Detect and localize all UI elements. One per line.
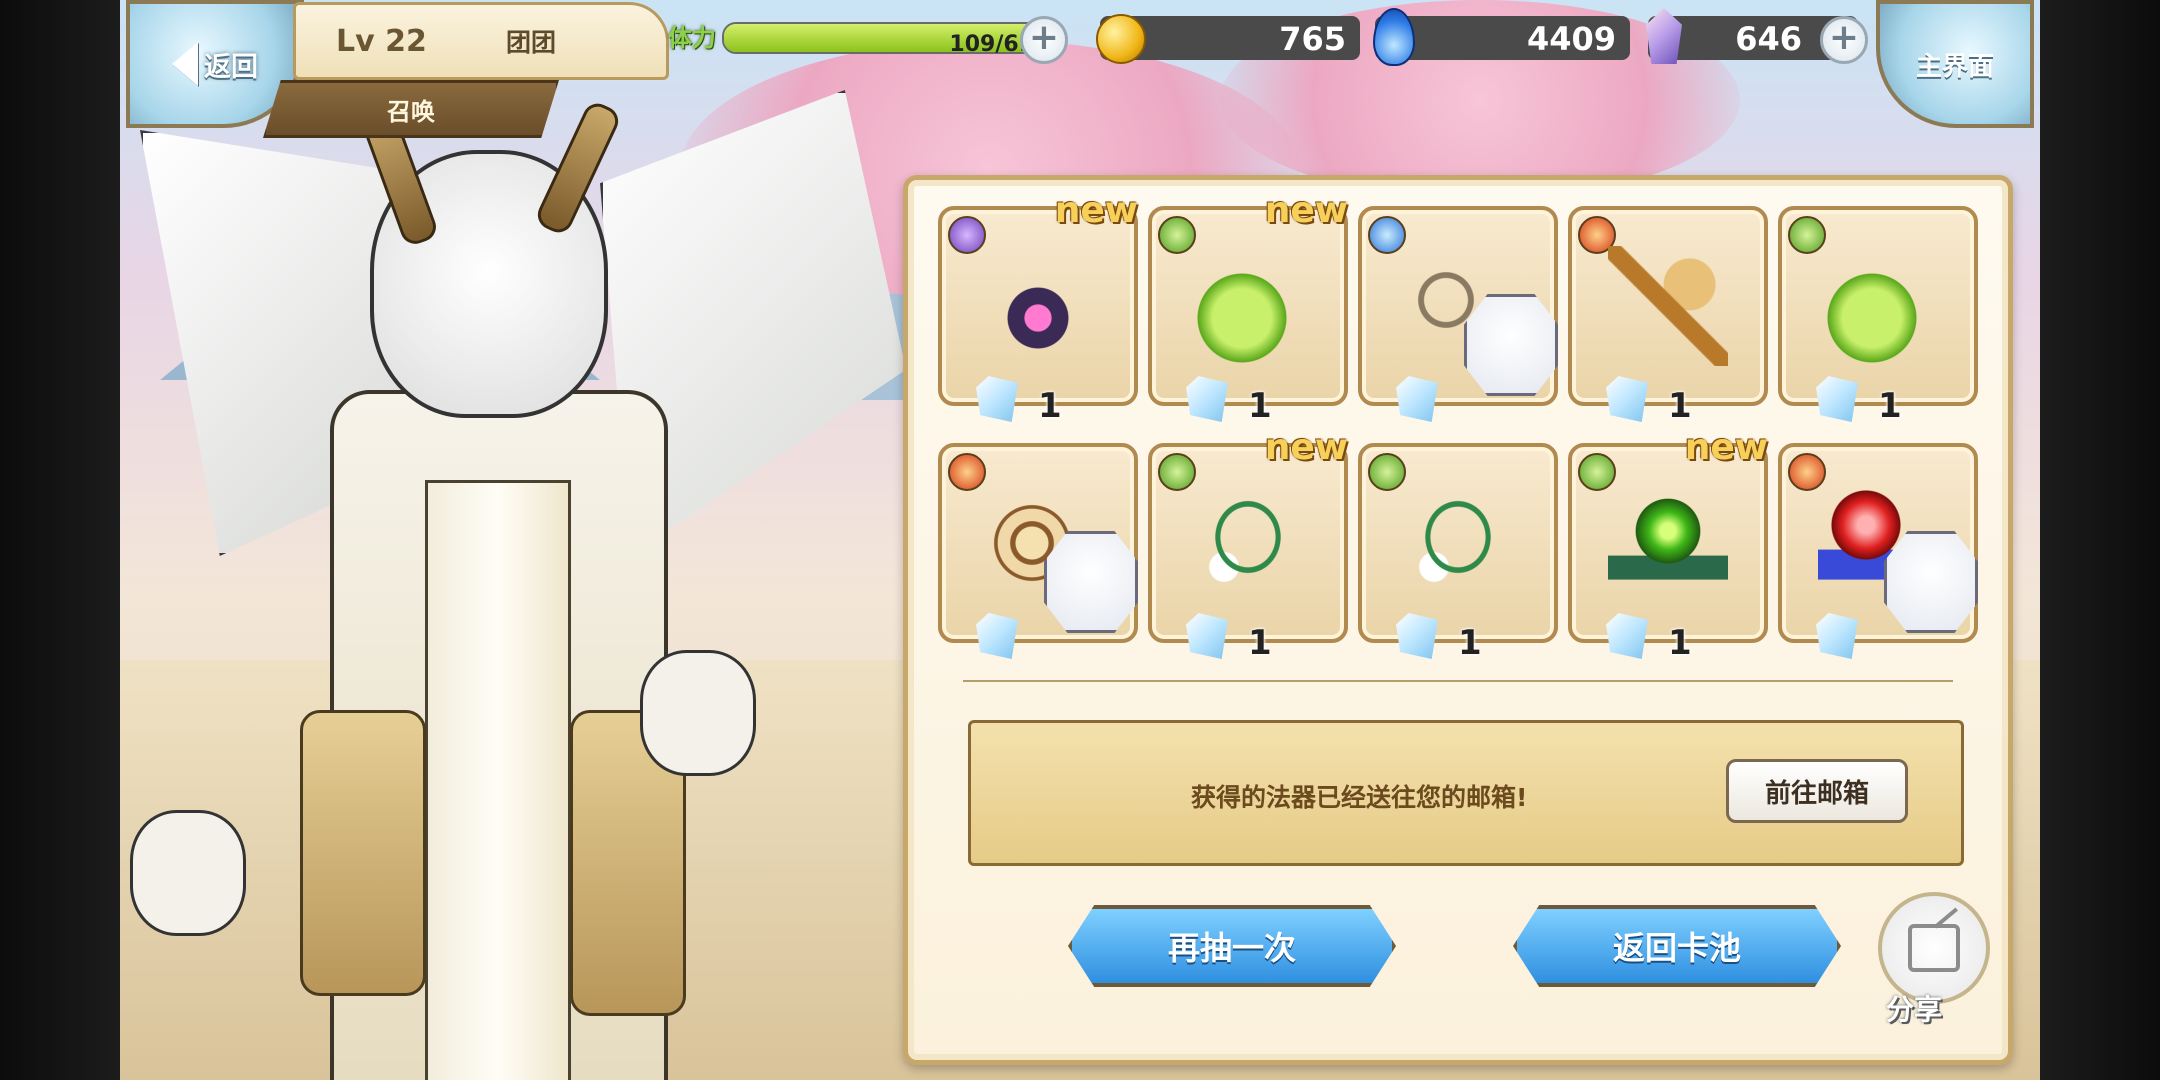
character-armor-left [300,710,426,996]
character-portrait-icon [1884,531,1978,633]
reward-tile[interactable] [1358,206,1558,422]
reward-tile[interactable]: new 1 [1148,427,1348,663]
lily-vine-icon [1398,483,1518,603]
add-crystal-button[interactable]: + [1820,16,1868,64]
player-level-plate: Lv 22 团团 [293,2,669,80]
crystal-shard-icon [976,376,1018,422]
reward-tile[interactable]: 1 [1568,206,1768,426]
crystal-shard-icon [1606,613,1648,659]
back-label: 返回 [204,51,258,83]
new-badge: new [1684,427,1768,468]
reward-quantity: 1 [1668,386,1692,426]
gold-amount: 765 [1279,20,1346,58]
notice-message: 获得的法器已经送往您的邮箱! [1191,783,1528,812]
green-gourd-icon [1818,246,1938,366]
left-letterbox [0,0,120,1080]
back-arrow-icon [172,42,198,86]
reward-quantity: 1 [1248,386,1272,426]
gold-currency: 765 [1096,14,1360,64]
summoned-character [120,90,906,1080]
crystal-shard-icon [1816,376,1858,422]
reward-tile[interactable]: 1 [1778,206,1978,426]
right-letterbox [2040,0,2160,1080]
crystal-icon [1646,8,1682,64]
reward-quantity: 1 [1248,623,1272,663]
character-sash [425,480,571,1080]
new-badge: new [1264,427,1348,468]
green-gourd-icon [1188,246,1308,366]
game-screen: 返回 Lv 22 团团 召唤 体力 109/61 + 765 4409 646 … [120,0,2040,1080]
reward-quantity: 1 [1878,386,1902,426]
notice-scroll: 获得的法器已经送往您的邮箱! 前往邮箱 [968,720,1964,866]
summon-result-panel: new 1 new 1 1 1 new 1 1 new 1 获得的法器已经送往您的邮箱! 前往邮箱 … [903,175,2013,1065]
gold-coin-icon [1096,14,1146,64]
reward-tile[interactable]: new 1 [1568,427,1768,663]
reward-tile[interactable] [938,443,1138,659]
stamina-label: 体力 [668,24,716,52]
flame-amount: 4409 [1526,20,1616,58]
add-stamina-button[interactable]: + [1020,16,1068,64]
player-name: 团团 [506,28,557,57]
player-level: Lv 22 [336,23,427,59]
pendulum-amulet-icon [978,246,1098,366]
stamina-bar: 体力 109/61 [668,16,1068,60]
share-icon [1908,924,1960,972]
go-to-mailbox-button[interactable]: 前往邮箱 [1726,759,1908,823]
share-label: 分享 [1886,993,1943,1026]
summon-mode-tab: 召唤 [263,80,559,138]
crystal-shard-icon [1186,376,1228,422]
new-badge: new [1054,190,1138,231]
golden-axe-icon [1608,246,1728,366]
home-button[interactable]: 主界面 [1876,0,2034,128]
draw-again-button[interactable]: 再抽一次 [1068,905,1396,987]
crystal-shard-icon [1606,376,1648,422]
reward-tile[interactable] [1778,443,1978,659]
panel-divider [963,680,1953,682]
lily-vine-icon [1188,483,1308,603]
reward-tile[interactable]: new 1 [938,190,1138,426]
new-badge: new [1264,190,1348,231]
green-orb-icon [1608,483,1728,603]
character-hand-left [130,810,246,936]
blue-flame-icon [1373,8,1415,66]
character-portrait-icon [1044,531,1138,633]
character-portrait-icon [1464,294,1558,396]
crystal-amount: 646 [1735,20,1802,58]
crystal-shard-icon [1186,613,1228,659]
reward-quantity: 1 [1668,623,1692,663]
reward-quantity: 1 [1458,623,1482,663]
crystal-shard-icon [1396,376,1438,422]
back-to-pool-button[interactable]: 返回卡池 [1513,905,1841,987]
crystal-shard-icon [1816,613,1858,659]
character-hand-right [640,650,756,776]
reward-tile[interactable]: new 1 [1148,190,1348,426]
reward-quantity: 1 [1038,386,1062,426]
reward-tile[interactable]: 1 [1358,443,1558,663]
flame-currency: 4409 [1373,8,1630,66]
crystal-shard-icon [1396,613,1438,659]
crystal-shard-icon [976,613,1018,659]
